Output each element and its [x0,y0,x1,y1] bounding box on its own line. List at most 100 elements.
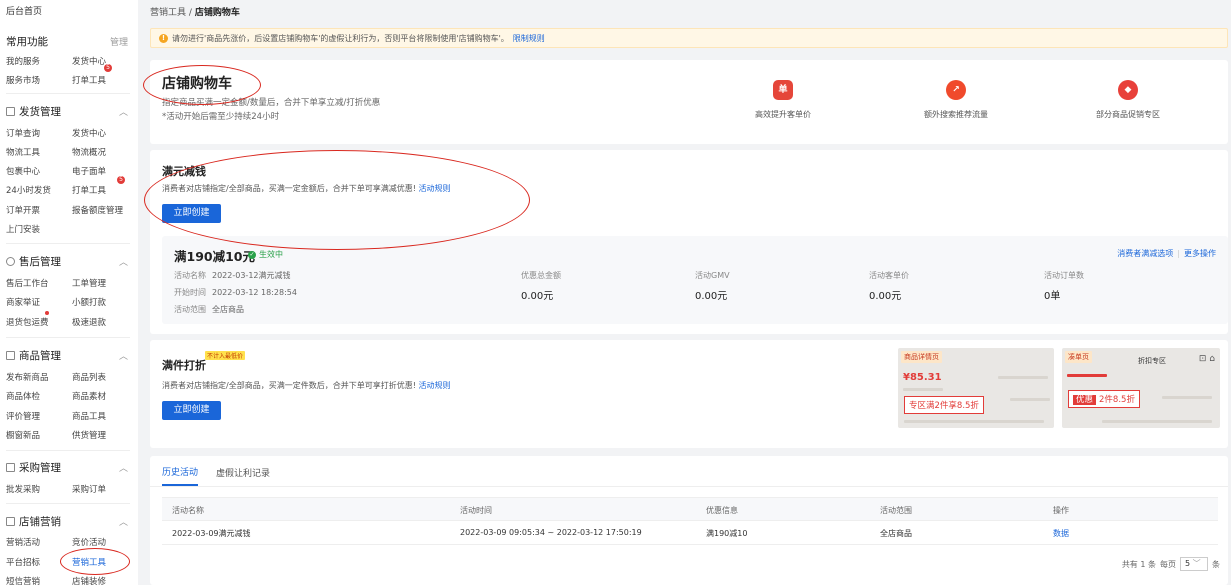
metric-value: 0.00元 [695,291,728,302]
check-icon: ✓ [248,250,256,259]
chevron-up-icon[interactable]: ︿ [119,255,128,268]
sidebar-group-title[interactable]: 采购管理 [6,460,61,475]
metric-value: 0单 [1044,291,1061,302]
sidebar-item[interactable]: 物流概况 [72,146,106,158]
sidebar-item[interactable]: 订单开票 [6,204,40,216]
chevron-up-icon[interactable]: ︿ [119,461,128,474]
create-button[interactable]: 立即创建 [162,401,221,420]
sidebar-item[interactable]: 小额打款 [72,296,106,308]
full-discount-card: 满件打折 不计入最低价 消费者对店铺指定/全部商品，买满一定件数后，合并下单可享… [150,340,1228,448]
divider [6,503,130,504]
feature-increase-order-value: 单 高效提升客单价 [723,80,843,120]
chevron-down-icon: ﹀ [1192,559,1201,568]
chevron-up-icon[interactable]: ︿ [119,105,128,118]
tag-icon: ◆ [1118,80,1138,100]
sidebar-item[interactable]: 采购订单 [72,483,106,495]
feature-extra-traffic: ↗ 额外搜索推荐流量 [896,80,1016,120]
sidebar-item[interactable]: 打单工具 [72,184,106,196]
sidebar-item[interactable]: 商家举证 [6,296,40,308]
activity-rule-link[interactable]: 活动规则 [418,381,450,390]
tab-history[interactable]: 历史活动 [162,465,199,486]
sidebar-item[interactable]: 电子面单 [72,165,106,177]
active-promo: 满190减10元 ✓ 生效中 消费者满减选项 | 更多操作 活动名称 2022-03-1… [162,236,1228,324]
sidebar-item[interactable]: 包裹中心 [6,165,40,177]
divider [6,337,130,338]
sidebar-item[interactable]: 发货中心 [72,127,106,139]
hero-description: 指定商品买满一定金额/数量后，合并下单享立减/打折优惠 *活动开始后需至少持续2… [162,98,381,122]
sidebar-item[interactable]: 评价管理 [6,410,40,422]
sidebar-item[interactable]: 报备额度管理 [72,204,123,216]
receipt-icon: 单 [773,80,793,100]
sidebar-item[interactable]: 24小时发货 [6,184,51,196]
table-row: 2022-03-09满元减钱 2022-03-09 09:05:34 ~ 202… [162,521,1218,545]
badge: 5 [104,64,112,72]
history-tabs: 历史活动 虚假让利记录 [162,456,270,486]
sidebar-item-marketing-tools[interactable]: 营销工具 [72,556,106,568]
sidebar-item[interactable]: 打单工具 [72,74,106,86]
warning-icon: ! [159,33,168,43]
manage-link[interactable]: 管理 [110,35,128,48]
sidebar-item[interactable]: 商品体检 [6,390,40,402]
breadcrumb-parent[interactable]: 营销工具 [150,8,186,18]
table-header: 活动名称 活动时间 优惠信息 活动范围 操作 [162,497,1218,521]
limit-rule-link[interactable]: 限制规则 [513,33,545,44]
sidebar-item[interactable]: 橱窗新品 [6,429,40,441]
page-title: 店铺购物车 [162,76,232,92]
sidebar-item[interactable]: 供货管理 [72,429,106,441]
sidebar-item[interactable]: 批发采购 [6,483,40,495]
sidebar-item[interactable]: 短信营销 [6,575,40,585]
create-button[interactable]: 立即创建 [162,204,221,223]
data-link[interactable]: 数据 [1053,529,1069,538]
tab-fake-discount[interactable]: 虚假让利记录 [216,466,270,479]
sidebar-group-title[interactable]: 常用功能 [6,34,48,49]
chevron-up-icon[interactable]: ︿ [119,349,128,362]
status-badge: ✓ 生效中 [248,250,283,259]
sidebar-item[interactable]: 平台招标 [6,556,40,568]
hero-card: 店铺购物车 指定商品买满一定金额/数量后，合并下单享立减/打折优惠 *活动开始后… [150,60,1228,144]
sidebar-item[interactable]: 发货中心 [72,55,106,67]
divider [6,93,130,94]
sidebar-group-title[interactable]: 发货管理 [6,104,61,119]
breadcrumb: 营销工具 / 店铺购物车 [150,8,240,18]
metric-value: 0.00元 [869,291,902,302]
divider [6,450,130,451]
cart-icon [6,463,15,472]
sidebar-group-title[interactable]: 售后管理 [6,254,61,269]
sidebar-item[interactable]: 竞价活动 [72,536,106,548]
sidebar-home[interactable]: 后台首页 [6,4,42,17]
sidebar-item[interactable]: 工单管理 [72,277,106,289]
sidebar-group-title[interactable]: 商品管理 [6,348,61,363]
sidebar-item[interactable]: 上门安装 [6,223,40,235]
sidebar-item[interactable]: 商品列表 [72,371,106,383]
sidebar-item[interactable]: 退货包运费 [6,316,49,328]
activity-rule-link[interactable]: 活动规则 [418,184,450,193]
section-description: 消费者对店铺指定/全部商品，买满一定金额后，合并下单可享满减优惠! 活动规则 [162,184,451,193]
check-circle-icon [6,257,15,266]
sidebar-item[interactable]: 我的服务 [6,55,40,67]
sidebar-item[interactable]: 营销活动 [6,536,40,548]
full-reduction-card: 满元减钱 消费者对店铺指定/全部商品，买满一定金额后，合并下单可享满减优惠! 活… [150,150,1228,334]
page-size-select[interactable]: 5 ﹀ [1180,557,1208,571]
not-lowest-price-tag: 不计入最低价 [205,351,246,360]
sidebar-item[interactable]: 服务市场 [6,74,40,86]
trend-icon: ↗ [946,80,966,100]
preview-bundle-page: 凑单页 折扣专区 ⊡ ⌂ 优惠 2件8.5折 [1062,348,1220,428]
sidebar-item[interactable]: 售后工作台 [6,277,49,289]
sidebar-item[interactable]: 店铺装修 [72,575,106,585]
more-actions-link[interactable]: 更多操作 [1184,249,1216,258]
sidebar-item[interactable]: 物流工具 [6,146,40,158]
sidebar-group-title[interactable]: 店铺营销 [6,514,61,529]
divider [6,243,130,244]
metric-label: 优惠总金额 [521,271,561,280]
sidebar-item[interactable]: 极速退款 [72,316,106,328]
sidebar-item[interactable]: 商品工具 [72,410,106,422]
sidebar-item[interactable]: 商品素材 [72,390,106,402]
preview-product-page: 商品详情页 ¥85.31 专区满2件享8.5折 [898,348,1054,428]
chevron-up-icon[interactable]: ︿ [119,515,128,528]
sidebar-item[interactable]: 发布新商品 [6,371,49,383]
sidebar-item[interactable]: 订单查询 [6,127,40,139]
badge: 5 [117,176,125,184]
metric-value: 0.00元 [521,291,554,302]
metric-label: 活动GMV [695,271,730,280]
consumer-option-link[interactable]: 消费者满减选项 [1117,249,1173,258]
